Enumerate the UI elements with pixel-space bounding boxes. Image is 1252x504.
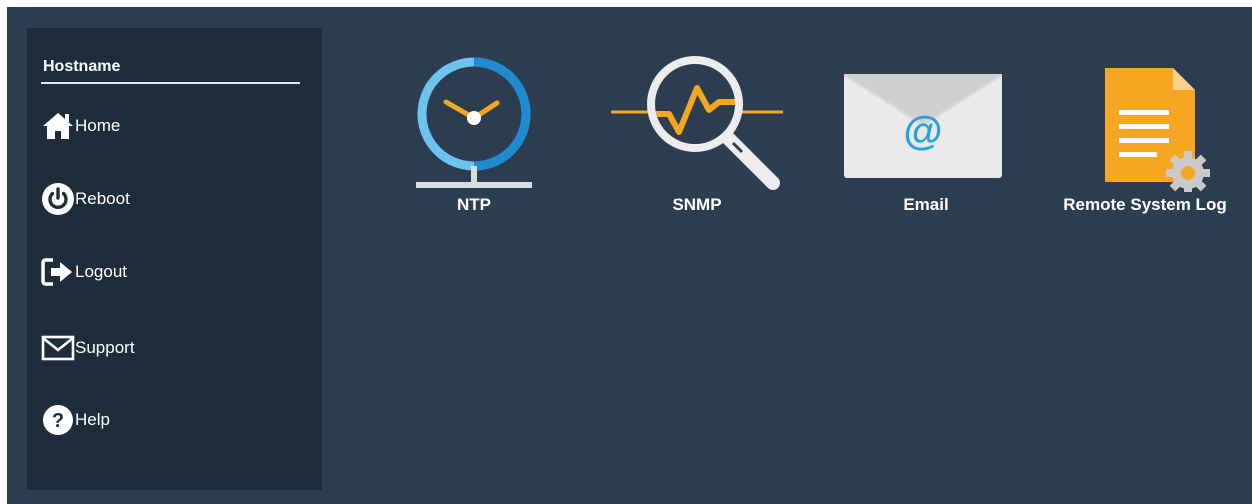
svg-text:@: @	[903, 109, 942, 153]
svg-text:?: ?	[52, 410, 64, 432]
sidebar-item-logout[interactable]: Logout	[41, 252, 127, 292]
tile-email[interactable]: @ Email	[836, 52, 1016, 218]
tile-label: Email	[903, 195, 949, 214]
tile-label: SNMP	[672, 195, 722, 214]
tile-remote-system-log[interactable]: Remote System Log	[1055, 52, 1235, 218]
envelope-icon	[41, 331, 75, 365]
help-icon: ?	[41, 403, 75, 437]
app-frame: Hostname Home Reboot Logout Support ? He…	[7, 7, 1252, 504]
tile-snmp[interactable]: SNMP	[607, 52, 787, 218]
magnifier-signal-icon	[607, 52, 787, 192]
sidebar-item-label: Logout	[75, 262, 127, 281]
logout-icon	[41, 255, 75, 289]
email-envelope-icon: @	[836, 52, 1016, 192]
home-icon	[41, 109, 75, 143]
power-icon	[41, 182, 75, 216]
sidebar-item-support[interactable]: Support	[41, 328, 135, 368]
sidebar-item-reboot[interactable]: Reboot	[41, 179, 130, 219]
tile-ntp[interactable]: NTP	[384, 52, 564, 218]
clock-icon	[384, 52, 564, 192]
sidebar: Hostname Home Reboot Logout Support ? He…	[27, 28, 322, 490]
hostname-title: Hostname	[41, 56, 300, 84]
document-gear-icon	[1055, 52, 1235, 195]
sidebar-item-label: Help	[75, 410, 110, 429]
tile-label: Remote System Log	[1063, 195, 1227, 214]
sidebar-item-label: Home	[75, 116, 121, 135]
sidebar-item-home[interactable]: Home	[41, 106, 120, 146]
sidebar-item-label: Reboot	[75, 189, 130, 208]
sidebar-item-help[interactable]: ? Help	[41, 400, 110, 440]
tile-label: NTP	[457, 195, 491, 214]
sidebar-item-label: Support	[75, 338, 135, 357]
